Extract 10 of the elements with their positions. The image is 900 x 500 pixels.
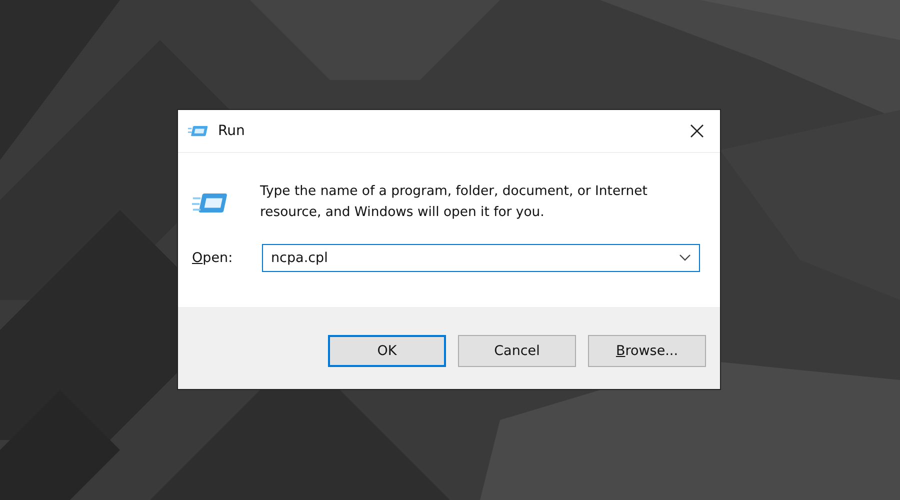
window-title: Run — [218, 123, 246, 139]
chevron-down-icon — [679, 254, 691, 262]
open-combo-box[interactable]: ncpa.cpl — [262, 244, 700, 272]
instruction-text: Type the name of a program, folder, document, or Internet resource, and Windows will open it for you. — [260, 183, 648, 222]
dialog-button[interactable]: Cancel — [458, 335, 576, 367]
dialog-button[interactable]: Browse... — [588, 335, 706, 367]
dialog-button[interactable]: OK — [328, 335, 446, 367]
open-label: Open: — [192, 250, 234, 266]
run-icon — [188, 124, 210, 138]
close-icon — [689, 123, 705, 139]
